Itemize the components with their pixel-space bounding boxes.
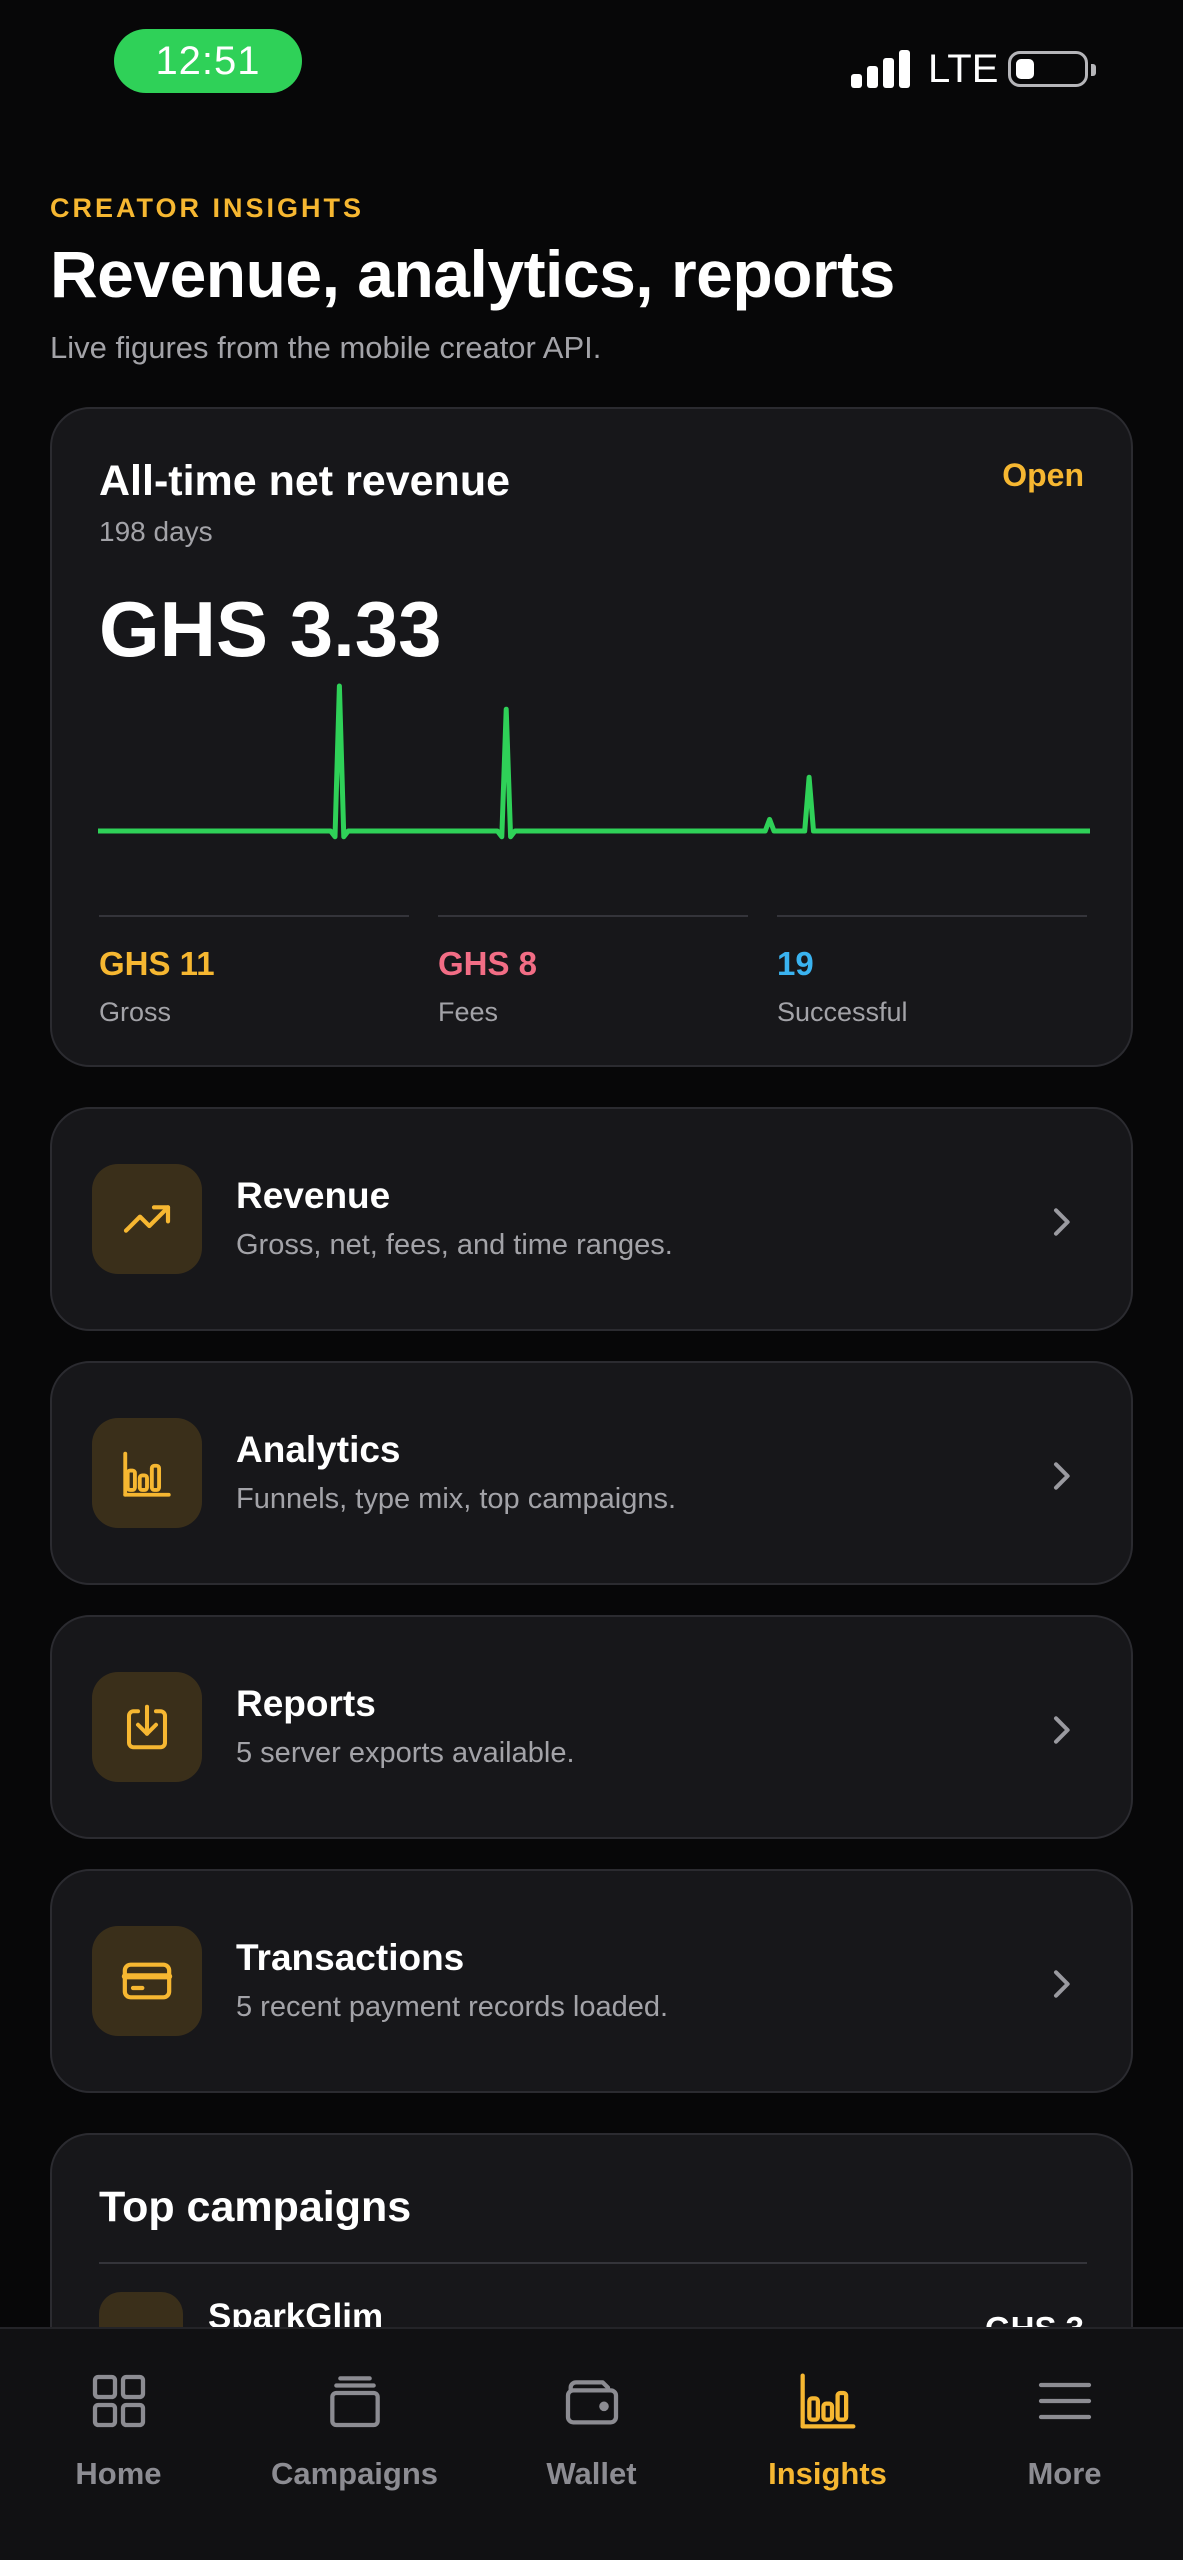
nav-campaigns[interactable]: Campaigns bbox=[236, 2329, 473, 2560]
menu-title: Reports bbox=[236, 1683, 376, 1724]
nav-label: Wallet bbox=[546, 2456, 637, 2491]
page-title: Revenue, analytics, reports bbox=[50, 237, 895, 311]
layers-icon bbox=[329, 2376, 380, 2428]
chevron-right-icon bbox=[1054, 1208, 1070, 1236]
card-title: Top campaigns bbox=[99, 2183, 412, 2231]
download-icon bbox=[92, 1672, 202, 1782]
network-type: LTE bbox=[928, 47, 999, 91]
revenue-sparkline bbox=[98, 683, 1090, 840]
sparkline-path bbox=[98, 683, 1090, 840]
net-revenue-amount: GHS 3.33 bbox=[99, 585, 442, 673]
menu-description: 5 recent payment records loaded. bbox=[236, 1991, 669, 2023]
grid-icon bbox=[92, 2374, 145, 2428]
menu-description: Gross, net, fees, and time ranges. bbox=[236, 1229, 673, 1261]
stat-label: Gross bbox=[99, 997, 172, 1027]
menu-item-transactions[interactable]: Transactions 5 recent payment records lo… bbox=[50, 1869, 1133, 2093]
menu-item-reports[interactable]: Reports 5 server exports available. bbox=[50, 1615, 1133, 1839]
stat-value: 19 bbox=[777, 945, 814, 982]
menu-title: Analytics bbox=[236, 1429, 401, 1470]
card-title: All-time net revenue bbox=[99, 457, 510, 505]
open-link[interactable]: Open bbox=[1002, 457, 1084, 494]
signal-icon bbox=[851, 48, 915, 88]
stat-value: GHS 8 bbox=[438, 945, 538, 982]
chevron-right-icon bbox=[1054, 1716, 1070, 1744]
nav-label: More bbox=[1027, 2456, 1102, 2491]
nav-wallet[interactable]: Wallet bbox=[473, 2329, 710, 2560]
menu-title: Revenue bbox=[236, 1175, 391, 1216]
nav-label: Home bbox=[75, 2456, 162, 2491]
divider bbox=[99, 2262, 1087, 2264]
trending-up-icon bbox=[92, 1164, 202, 1274]
period-label: 198 days bbox=[99, 516, 213, 547]
battery-icon bbox=[1008, 51, 1096, 87]
menu-description: Funnels, type mix, top campaigns. bbox=[236, 1483, 677, 1515]
status-time: 12:51 bbox=[114, 29, 302, 93]
nav-more[interactable]: More bbox=[946, 2329, 1183, 2560]
nav-label: Campaigns bbox=[270, 2456, 439, 2491]
credit-card-icon bbox=[92, 1926, 202, 2036]
bottom-nav: Home Campaigns Wallet Insights More bbox=[0, 2327, 1183, 2560]
net-revenue-card[interactable]: All-time net revenue Open 198 days GHS 3… bbox=[50, 407, 1133, 1067]
revenue-stats: GHS 11 Gross GHS 8 Fees 19 Successful bbox=[99, 915, 1087, 1035]
stat-successful: 19 Successful bbox=[777, 915, 1087, 1035]
nav-home[interactable]: Home bbox=[0, 2329, 237, 2560]
stat-label: Fees bbox=[438, 997, 499, 1027]
section-eyebrow: CREATOR INSIGHTS bbox=[50, 193, 365, 223]
page-subtitle: Live figures from the mobile creator API… bbox=[50, 330, 602, 365]
nav-insights[interactable]: Insights bbox=[709, 2329, 946, 2560]
stat-fees: GHS 8 Fees bbox=[438, 915, 748, 1035]
stat-gross: GHS 11 Gross bbox=[99, 915, 409, 1035]
bar-chart-icon bbox=[800, 2373, 855, 2429]
menu-icon bbox=[1038, 2382, 1091, 2420]
menu-title: Transactions bbox=[236, 1937, 465, 1978]
stat-value: GHS 11 bbox=[99, 945, 215, 982]
chevron-right-icon bbox=[1054, 1462, 1070, 1490]
menu-description: 5 server exports available. bbox=[236, 1737, 575, 1769]
nav-label: Insights bbox=[768, 2456, 887, 2491]
menu-item-revenue[interactable]: Revenue Gross, net, fees, and time range… bbox=[50, 1107, 1133, 1331]
stat-label: Successful bbox=[777, 997, 908, 1027]
bar-chart-icon bbox=[92, 1418, 202, 1528]
status-bar: 12:51 LTE bbox=[0, 0, 1183, 130]
wallet-icon bbox=[565, 2380, 618, 2425]
chevron-right-icon bbox=[1054, 1970, 1070, 1998]
menu-item-analytics[interactable]: Analytics Funnels, type mix, top campaig… bbox=[50, 1361, 1133, 1585]
